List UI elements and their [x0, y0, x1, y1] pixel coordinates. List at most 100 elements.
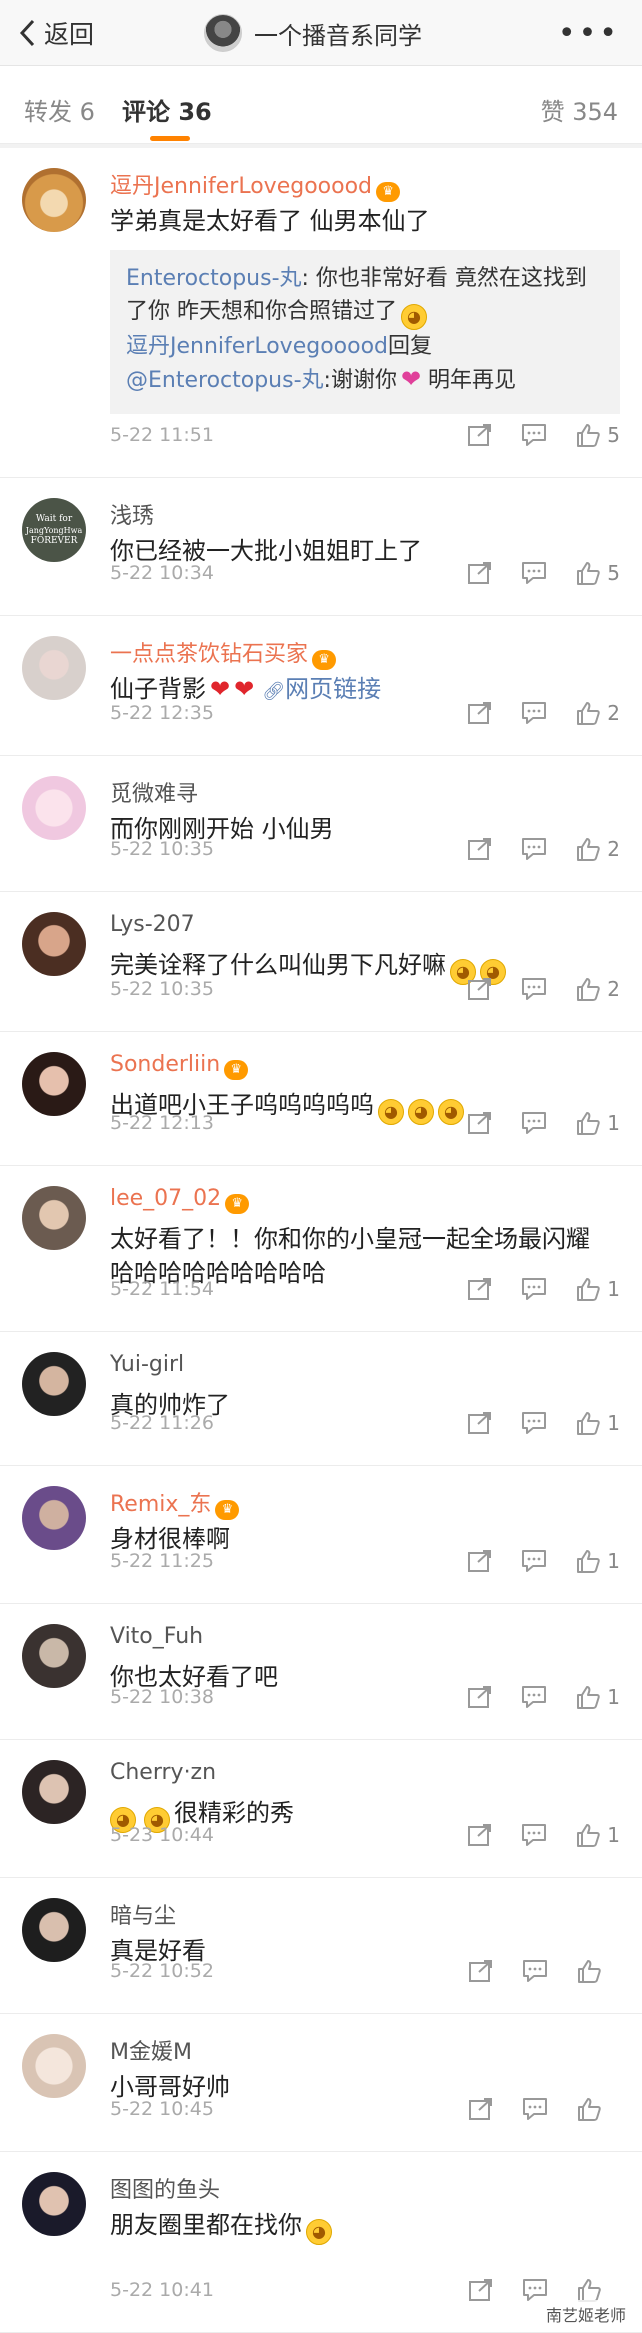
comment-author[interactable]: 浅琇: [110, 498, 154, 530]
comment-item: Remix_东 ♛ 身材很棒啊 5-22 11:25 1: [0, 1466, 642, 1604]
comment-actions: 1: [439, 1408, 620, 1438]
page-title[interactable]: 一个播音系同学: [204, 13, 422, 53]
reply-button[interactable]: [521, 1276, 547, 1302]
reply-icon: [522, 1686, 547, 1708]
reply-button[interactable]: [521, 560, 547, 586]
comment-author[interactable]: Cherry·zn: [110, 1760, 216, 1785]
avatar[interactable]: [22, 636, 86, 700]
reply-button[interactable]: [521, 1548, 547, 1574]
share-button[interactable]: [467, 1110, 493, 1136]
reply-button[interactable]: [521, 1110, 547, 1136]
share-button[interactable]: [467, 1548, 493, 1574]
like-button[interactable]: 2: [575, 700, 620, 726]
reply-button[interactable]: [521, 836, 547, 862]
share-button[interactable]: [467, 422, 493, 448]
comment-author[interactable]: lee_07_02 ♛: [110, 1186, 250, 1214]
like-button[interactable]: [576, 1958, 620, 1984]
comment-timestamp: 5-22 10:34: [110, 562, 214, 584]
avatar[interactable]: [22, 1486, 86, 1550]
avatar[interactable]: [22, 1898, 86, 1962]
web-link[interactable]: 🔗︎网页链接: [262, 675, 381, 703]
comment-author[interactable]: Remix_东 ♛: [110, 1486, 240, 1520]
like-button[interactable]: [576, 2096, 620, 2122]
reply-author[interactable]: Enteroctopus-丸: [126, 266, 302, 291]
emoji-icon: ◕: [306, 2219, 332, 2245]
comment-author[interactable]: M金媛M: [110, 2034, 192, 2066]
avatar[interactable]: [22, 1052, 86, 1116]
avatar[interactable]: [22, 912, 86, 976]
like-button[interactable]: 1: [575, 1110, 620, 1136]
comment-author[interactable]: 暗与尘: [110, 1898, 176, 1930]
reply-button[interactable]: [521, 1410, 547, 1436]
more-options-icon[interactable]: •••: [558, 16, 620, 51]
comment-author[interactable]: Sonderliin ♛: [110, 1052, 249, 1080]
like-button[interactable]: 5: [575, 560, 620, 586]
like-count: 1: [607, 1111, 620, 1135]
tab-comment[interactable]: 评论 36: [122, 92, 212, 127]
tab-repost[interactable]: 转发 6: [24, 92, 95, 127]
back-button[interactable]: 返回: [18, 14, 94, 52]
reply-button[interactable]: [521, 976, 547, 1002]
share-button[interactable]: [467, 560, 493, 586]
member-badge-icon: ♛: [312, 650, 337, 670]
share-button[interactable]: [467, 976, 493, 1002]
reply-button[interactable]: [521, 1684, 547, 1710]
avatar[interactable]: [22, 776, 86, 840]
reply-button[interactable]: [522, 2096, 548, 2122]
like-button[interactable]: 5: [575, 422, 620, 448]
comment-author[interactable]: 一点点茶饮钻石买家 ♛: [110, 636, 337, 670]
avatar[interactable]: [22, 1186, 86, 1250]
comment-author[interactable]: Vito_Fuh: [110, 1624, 203, 1649]
comment-author[interactable]: 图图的鱼头: [110, 2172, 220, 2204]
reply-button[interactable]: [521, 422, 547, 448]
reply-thread[interactable]: Enteroctopus-丸: 你也非常好看 竟然在这找到了你 昨天想和你合照错…: [110, 250, 620, 414]
reply-icon: [522, 1412, 547, 1434]
avatar[interactable]: [22, 168, 86, 232]
reply-button[interactable]: [521, 1822, 547, 1848]
reply-button[interactable]: [521, 700, 547, 726]
comment-text: 学弟真是太好看了 仙男本仙了: [110, 204, 610, 238]
member-badge-icon: ♛: [224, 1060, 249, 1080]
like-button[interactable]: 2: [575, 976, 620, 1002]
share-button[interactable]: [468, 2277, 494, 2303]
comment-author[interactable]: 觅微难寻: [110, 776, 198, 808]
tab-like[interactable]: 赞 354: [541, 92, 618, 127]
thumbs-up-icon: [577, 1550, 601, 1573]
comment-actions: 2: [439, 974, 620, 1004]
share-button[interactable]: [467, 1822, 493, 1848]
reply-author[interactable]: 逗丹JenniferLovegooood: [126, 334, 388, 359]
comment-author[interactable]: 逗丹JenniferLovegooood ♛: [110, 168, 401, 202]
share-button[interactable]: [467, 1410, 493, 1436]
avatar[interactable]: [22, 2034, 86, 2098]
like-count: 5: [607, 561, 620, 585]
reply-button[interactable]: [522, 1958, 548, 1984]
like-button[interactable]: 1: [575, 1410, 620, 1436]
share-button[interactable]: [467, 1276, 493, 1302]
like-button[interactable]: 1: [575, 1276, 620, 1302]
avatar[interactable]: [22, 1760, 86, 1824]
mention-link[interactable]: @Enteroctopus-丸: [126, 368, 324, 393]
like-button[interactable]: 1: [575, 1822, 620, 1848]
share-icon: [468, 1412, 492, 1434]
avatar[interactable]: Wait for JangYongHwa FOREVER: [22, 498, 86, 562]
share-button[interactable]: [467, 1684, 493, 1710]
comment-timestamp: 5-22 11:51: [110, 424, 214, 446]
like-button[interactable]: 2: [575, 836, 620, 862]
thumbs-up-icon: [577, 424, 601, 447]
avatar[interactable]: [22, 1352, 86, 1416]
like-button[interactable]: 1: [575, 1684, 620, 1710]
thumbs-up-icon: [577, 1278, 601, 1301]
avatar[interactable]: [22, 2172, 86, 2236]
share-button[interactable]: [467, 700, 493, 726]
share-button[interactable]: [467, 836, 493, 862]
comment-author[interactable]: Yui-girl: [110, 1352, 184, 1377]
comment-actions: 1: [439, 1108, 620, 1138]
like-count: 1: [607, 1277, 620, 1301]
comment-timestamp: 5-22 11:26: [110, 1412, 214, 1434]
crying-emoji-icon: ◕: [401, 304, 427, 330]
avatar[interactable]: [22, 1624, 86, 1688]
share-button[interactable]: [468, 2096, 494, 2122]
share-button[interactable]: [468, 1958, 494, 1984]
like-button[interactable]: 1: [575, 1548, 620, 1574]
comment-author[interactable]: Lys-207: [110, 912, 195, 937]
